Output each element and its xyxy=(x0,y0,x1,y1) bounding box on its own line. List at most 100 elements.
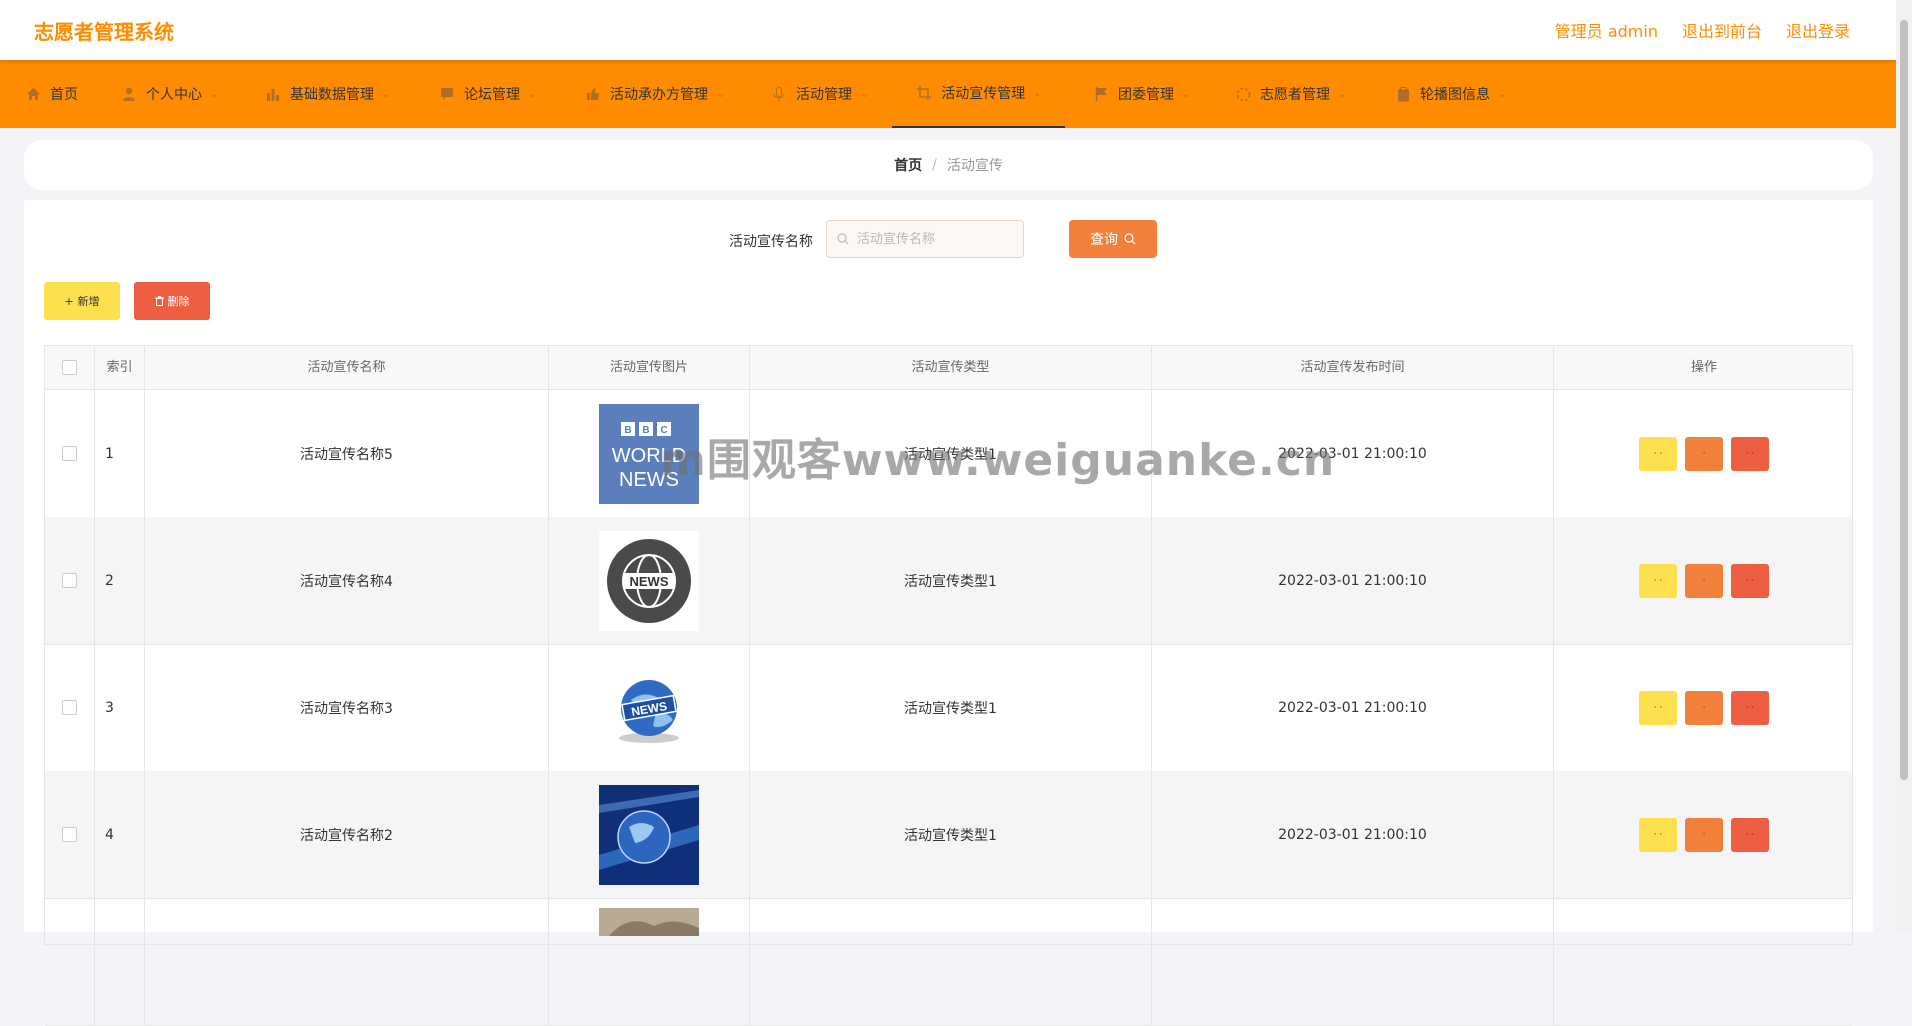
row-checkbox[interactable] xyxy=(62,573,77,588)
row-type: 活动宣传类型1 xyxy=(750,771,1152,898)
row-actions xyxy=(1554,898,1854,1025)
row-time-cell xyxy=(1152,898,1554,1025)
top-header: 志愿者管理系统 管理员 admin 退出到前台 退出登录 xyxy=(0,0,1896,60)
search-label: 活动宣传名称 xyxy=(729,234,813,250)
column-header-type: 活动宣传类型 xyxy=(750,346,1152,389)
row-publish-time: 2022-03-01 21:00:10 xyxy=(1152,771,1554,898)
row-name: 活动宣传名称5 xyxy=(145,390,549,517)
search-icon xyxy=(837,233,849,245)
news-globe-3d-image: NEWS xyxy=(599,657,699,758)
row-delete-button[interactable]: · · xyxy=(1731,436,1769,471)
home-icon xyxy=(24,86,42,102)
flag-icon xyxy=(1092,86,1110,102)
search-button[interactable]: 查询 xyxy=(1069,220,1157,258)
column-header-index: 索引 xyxy=(95,346,145,389)
row-image-cell xyxy=(549,898,750,1025)
app-title: 志愿者管理系统 xyxy=(34,20,174,44)
row-checkbox[interactable] xyxy=(62,446,77,461)
chevron-down-icon: ⌄ xyxy=(1498,88,1507,100)
scrollbar-thumb[interactable] xyxy=(1900,20,1908,780)
column-header-image: 活动宣传图片 xyxy=(549,346,750,389)
breadcrumb: 首页 / 活动宣传 xyxy=(24,140,1873,190)
nav-label: 个人中心 xyxy=(146,87,202,103)
svg-text:NEWS: NEWS xyxy=(630,574,669,589)
nav-item-activity-promotion[interactable]: 活动宣传管理 ⌄ xyxy=(892,60,1065,128)
delete-button[interactable]: 删除 xyxy=(134,282,210,320)
edit-button[interactable]: · xyxy=(1685,690,1723,725)
row-select-cell xyxy=(45,898,95,1025)
row-type: 活动宣传类型1 xyxy=(750,644,1152,771)
row-type: 活动宣传类型1 xyxy=(750,517,1152,644)
breadcrumb-home[interactable]: 首页 xyxy=(894,155,922,175)
select-all-checkbox[interactable] xyxy=(62,360,77,375)
nav-label: 轮播图信息 xyxy=(1420,87,1490,103)
nav-item-activity[interactable]: 活动管理 ⌄ xyxy=(770,60,868,128)
nav-label: 首页 xyxy=(50,87,78,103)
nav-item-volunteer[interactable]: 志愿者管理 ⌄ xyxy=(1234,60,1346,128)
nav-item-league-committee[interactable]: 团委管理 ⌄ xyxy=(1092,60,1190,128)
row-select-cell xyxy=(45,390,95,517)
nav-label: 活动管理 xyxy=(796,87,852,103)
trash-icon xyxy=(154,296,164,306)
nav-label: 活动承办方管理 xyxy=(610,87,708,103)
nav-item-personal-center[interactable]: 个人中心 ⌄ xyxy=(120,60,218,128)
nav-label: 基础数据管理 xyxy=(290,87,374,103)
header-links: 管理员 admin 退出到前台 退出登录 xyxy=(1555,18,1850,42)
vertical-scrollbar[interactable] xyxy=(1896,0,1912,932)
admin-user-link[interactable]: 管理员 admin xyxy=(1555,18,1658,42)
nav-label: 团委管理 xyxy=(1118,87,1174,103)
row-checkbox[interactable] xyxy=(62,700,77,715)
content-panel: 活动宣传名称 查询 + 新增 删除 xyxy=(24,200,1873,1026)
thumb-up-icon xyxy=(584,86,602,102)
select-all-cell xyxy=(45,346,95,389)
view-button[interactable]: · · xyxy=(1639,817,1677,852)
search-icon xyxy=(1124,233,1136,245)
chevron-down-icon: ⌄ xyxy=(860,88,869,100)
nav-item-organizer[interactable]: 活动承办方管理 ⌄ xyxy=(584,60,724,128)
view-button[interactable]: · · xyxy=(1639,436,1677,471)
breadcrumb-current: 活动宣传 xyxy=(946,158,1003,174)
chevron-down-icon: ⌄ xyxy=(716,88,725,100)
search-bar: 活动宣传名称 查询 xyxy=(24,220,1873,260)
chat-icon xyxy=(438,86,456,102)
user-icon xyxy=(120,86,138,102)
nav-label: 志愿者管理 xyxy=(1260,87,1330,103)
bar-chart-icon xyxy=(264,86,282,102)
edit-button[interactable]: · xyxy=(1685,563,1723,598)
nav-item-forum[interactable]: 论坛管理 ⌄ xyxy=(438,60,536,128)
nav-item-basic-data[interactable]: 基础数据管理 ⌄ xyxy=(264,60,390,128)
view-button[interactable]: · · xyxy=(1639,563,1677,598)
edit-button[interactable]: · xyxy=(1685,817,1723,852)
search-input[interactable] xyxy=(855,230,1019,248)
row-actions: · · · · · xyxy=(1554,390,1854,517)
breadcrumb-separator: / xyxy=(932,157,937,173)
row-name: 活动宣传名称2 xyxy=(145,771,549,898)
search-button-label: 查询 xyxy=(1090,232,1118,248)
chevron-down-icon: ⌄ xyxy=(528,88,537,100)
row-index-cell xyxy=(95,898,145,1025)
back-to-frontend-link[interactable]: 退出到前台 xyxy=(1682,18,1762,42)
table-row: 4 活动宣传名称2 活动宣传类型1 2022-03-01 21:00:10 · … xyxy=(45,771,1852,899)
row-delete-button[interactable]: · · xyxy=(1731,817,1769,852)
add-button[interactable]: + 新增 xyxy=(44,282,120,320)
column-header-name: 活动宣传名称 xyxy=(145,346,549,389)
nav-item-home[interactable]: 首页 xyxy=(24,60,78,128)
column-header-publish-time: 活动宣传发布时间 xyxy=(1152,346,1554,389)
nav-label: 论坛管理 xyxy=(464,87,520,103)
chevron-down-icon: ⌄ xyxy=(382,88,391,100)
logout-link[interactable]: 退出登录 xyxy=(1786,18,1850,42)
nav-item-carousel[interactable]: 轮播图信息 ⌄ xyxy=(1394,60,1506,128)
column-header-actions: 操作 xyxy=(1690,360,1717,375)
nav-label: 活动宣传管理 xyxy=(941,86,1026,102)
row-publish-time: 2022-03-01 21:00:10 xyxy=(1152,644,1554,771)
row-image-cell: NEWS xyxy=(549,644,750,771)
view-button[interactable]: · · xyxy=(1639,690,1677,725)
row-index: 2 xyxy=(95,517,145,644)
row-actions: · · · · · xyxy=(1554,517,1854,644)
search-field[interactable] xyxy=(826,220,1024,258)
edit-button[interactable]: · xyxy=(1685,436,1723,471)
row-delete-button[interactable]: · · xyxy=(1731,690,1769,725)
row-delete-button[interactable]: · · xyxy=(1731,563,1769,598)
mic-icon xyxy=(770,86,788,102)
row-checkbox[interactable] xyxy=(62,827,77,842)
